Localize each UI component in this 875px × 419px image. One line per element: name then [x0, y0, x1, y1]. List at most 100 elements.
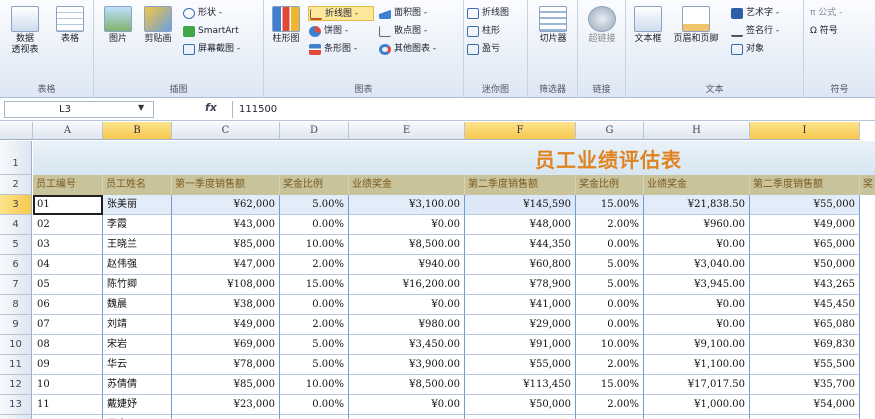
table-cell[interactable]: ¥1,000.00 [644, 395, 750, 415]
table-cell[interactable]: ¥17,017.50 [644, 375, 750, 395]
table-cell[interactable]: ¥47,000 [172, 255, 280, 275]
insert-function-icon[interactable]: fx [205, 101, 217, 114]
table-cell[interactable]: 王晓兰 [103, 235, 172, 255]
row-header[interactable]: 14 [0, 415, 32, 419]
row-header[interactable]: 2 [0, 175, 32, 195]
table-cell[interactable]: ¥0.00 [349, 295, 465, 315]
formula-input[interactable]: 111500 [232, 101, 872, 118]
table-cell[interactable]: ¥9,552.00 [644, 415, 750, 419]
table-cell[interactable]: ¥44,350 [465, 235, 576, 255]
select-all-corner[interactable] [0, 122, 33, 140]
table-cell[interactable]: ¥49,000 [750, 215, 860, 235]
table-cell[interactable]: 苏倩倩 [103, 375, 172, 395]
table-cell[interactable]: ¥145,590 [465, 195, 576, 215]
table-cell[interactable]: ¥3,100.00 [349, 195, 465, 215]
table-cell[interactable]: 12 [33, 415, 103, 419]
pivot-table-button[interactable]: 数据 透视表 [4, 6, 46, 56]
table-cell[interactable]: 5.00% [576, 255, 644, 275]
table-cell[interactable]: 0.00% [280, 215, 349, 235]
table-cell[interactable]: 15.00% [280, 275, 349, 295]
table-cell[interactable]: ¥65,000 [750, 235, 860, 255]
table-cell[interactable]: 华云 [103, 355, 172, 375]
table-cell[interactable]: ¥78,900 [465, 275, 576, 295]
table-cell[interactable]: 04 [33, 255, 103, 275]
table-cell[interactable]: 15.00% [576, 375, 644, 395]
table-cell[interactable]: 宋岩 [103, 335, 172, 355]
table-cell[interactable]: 15.00% [576, 195, 644, 215]
table-cell[interactable]: 0.00% [576, 315, 644, 335]
table-cell[interactable]: ¥108,000 [172, 275, 280, 295]
table-button[interactable]: 表格 [50, 6, 90, 45]
header-cell[interactable]: 员工姓名 [103, 175, 172, 195]
table-cell[interactable]: ¥85,000 [172, 235, 280, 255]
table-cell[interactable]: 魏晨 [103, 295, 172, 315]
table-cell[interactable]: ¥113,450 [465, 375, 576, 395]
column-header-h[interactable]: H [644, 122, 750, 140]
table-cell[interactable]: ¥48,000 [465, 215, 576, 235]
table-cell[interactable]: 05 [33, 275, 103, 295]
table-cell[interactable]: 03 [33, 235, 103, 255]
column-header-e[interactable]: E [349, 122, 465, 140]
table-cell[interactable]: ¥43,000 [172, 215, 280, 235]
table-cell[interactable]: ¥65,080 [750, 315, 860, 335]
smartart-button[interactable]: SmartArt [182, 24, 239, 39]
textbox-button[interactable]: 文本框 [628, 6, 668, 45]
table-cell[interactable]: ¥85,000 [172, 375, 280, 395]
table-cell[interactable]: 5.00% [576, 275, 644, 295]
bar-chart-button[interactable]: 条形图 - [308, 42, 357, 57]
table-cell[interactable]: ¥69,000 [172, 335, 280, 355]
column-header-d[interactable]: D [280, 122, 349, 140]
scatter-chart-button[interactable]: 散点图 - [378, 24, 427, 39]
header-footer-button[interactable]: 页眉和页脚 [670, 6, 722, 45]
clipart-button[interactable]: 剪贴画 [138, 6, 178, 45]
table-cell[interactable]: 10 [33, 375, 103, 395]
table-cell[interactable]: ¥62,000 [172, 195, 280, 215]
table-cell[interactable]: ¥50,000 [465, 395, 576, 415]
column-header-b[interactable]: B [103, 122, 172, 140]
table-cell[interactable]: ¥980.00 [349, 315, 465, 335]
header-cell[interactable]: 第二季度销售额 [750, 175, 860, 195]
table-cell[interactable]: ¥3,945.00 [644, 275, 750, 295]
table-cell[interactable]: ¥43,265 [750, 275, 860, 295]
table-cell[interactable]: 15.00% [280, 415, 349, 419]
line-chart-button[interactable]: 折线图 - [308, 6, 374, 21]
wordart-button[interactable]: 艺术字 - [730, 6, 779, 21]
column-chart-button[interactable]: 柱形图 [266, 6, 306, 45]
pie-chart-button[interactable]: 饼图 - [308, 24, 348, 39]
sparkline-winloss-button[interactable]: 盈亏 [466, 42, 500, 57]
row-header[interactable]: 10 [0, 335, 32, 355]
table-cell[interactable]: ¥16,200.00 [349, 275, 465, 295]
table-cell[interactable]: 0.00% [576, 295, 644, 315]
header-cell[interactable]: 第二季度销售额 [465, 175, 576, 195]
row-header[interactable]: 1 [0, 141, 32, 175]
row-header[interactable]: 5 [0, 235, 32, 255]
sparkline-line-button[interactable]: 折线图 [466, 6, 509, 21]
other-charts-button[interactable]: 其他图表 - [378, 42, 436, 57]
table-cell[interactable]: ¥0.00 [644, 315, 750, 335]
table-cell[interactable]: 李霞 [103, 215, 172, 235]
table-cell[interactable]: 0.00% [280, 295, 349, 315]
table-cell[interactable]: ¥55,000 [750, 195, 860, 215]
sparkline-column-button[interactable]: 柱形 [466, 24, 500, 39]
table-cell[interactable]: ¥41,000 [465, 295, 576, 315]
table-cell[interactable]: 陈竹卿 [103, 275, 172, 295]
equation-button[interactable]: π 公式 - [806, 6, 842, 21]
table-cell[interactable]: 06 [33, 295, 103, 315]
table-cell[interactable]: 5.00% [280, 355, 349, 375]
table-cell[interactable]: ¥91,000 [465, 335, 576, 355]
table-cell[interactable]: ¥3,040.00 [644, 255, 750, 275]
table-cell[interactable]: ¥0.00 [644, 295, 750, 315]
table-cell[interactable]: ¥95,520 [465, 415, 576, 419]
table-cell[interactable]: ¥1,100.00 [644, 355, 750, 375]
table-cell[interactable]: ¥60,800 [465, 255, 576, 275]
table-cell[interactable]: 10.00% [280, 235, 349, 255]
table-cell[interactable]: 刘靖 [103, 315, 172, 335]
table-cell[interactable]: 赵伟强 [103, 255, 172, 275]
table-cell[interactable]: 5.00% [280, 335, 349, 355]
table-cell[interactable]: 02 [33, 215, 103, 235]
row-header[interactable]: 9 [0, 315, 32, 335]
table-cell[interactable]: 10.00% [576, 415, 644, 419]
table-cell[interactable]: ¥78,000 [172, 355, 280, 375]
table-cell[interactable]: 2.00% [280, 315, 349, 335]
symbol-button[interactable]: Ω 符号 [806, 24, 838, 39]
